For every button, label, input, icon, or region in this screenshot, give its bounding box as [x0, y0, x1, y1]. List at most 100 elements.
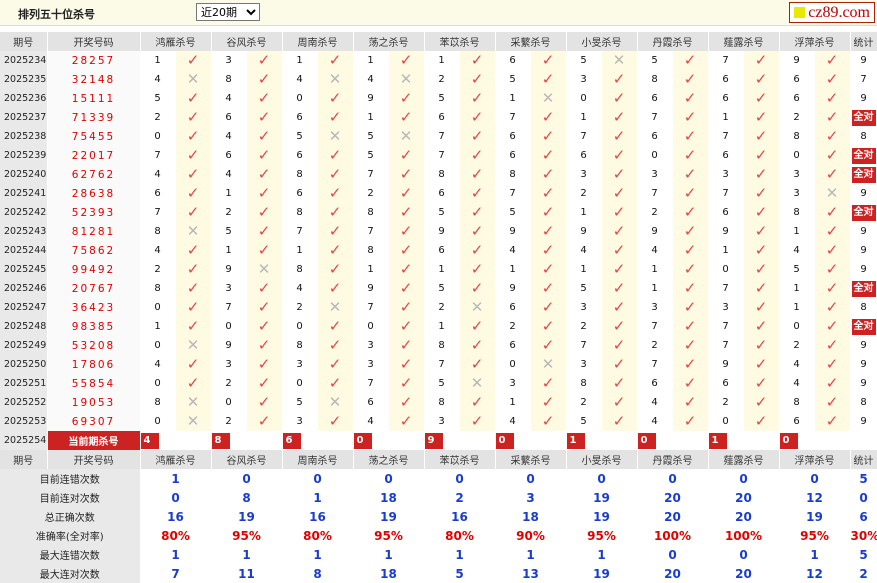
- kill-number-cell: 2: [779, 108, 815, 127]
- kill-number-cell: 3: [353, 336, 389, 355]
- period-cell: 2025240: [0, 165, 48, 184]
- current-kill-cell: 1: [708, 431, 744, 450]
- check-icon: ✓: [541, 393, 555, 411]
- result-cell: ✓: [459, 279, 496, 298]
- kill-number-cell: 5: [424, 279, 460, 298]
- kill-number-cell: 4: [140, 241, 176, 260]
- stat-cell: 9: [850, 222, 877, 241]
- result-cell: ✓: [601, 298, 638, 317]
- check-icon: ✓: [328, 184, 342, 202]
- check-icon: ✓: [328, 222, 342, 240]
- result-cell: ✓: [530, 146, 567, 165]
- stat-value: 19: [211, 507, 283, 526]
- check-icon: ✓: [683, 89, 697, 107]
- result-cell: ✓: [175, 355, 212, 374]
- stat-value: 1: [211, 545, 283, 564]
- result-cell: ✓: [814, 355, 851, 374]
- check-icon: ✓: [399, 317, 413, 335]
- cross-icon: ✕: [470, 374, 484, 392]
- stat-value: 5: [850, 469, 877, 488]
- site-logo[interactable]: cz89.com: [789, 2, 875, 23]
- kill-number-cell: 5: [282, 127, 318, 146]
- kill-number-cell: 3: [353, 355, 389, 374]
- period-range-select[interactable]: 近20期: [196, 3, 260, 21]
- kill-number-cell: 6: [353, 393, 389, 412]
- result-cell: ✓: [246, 70, 283, 89]
- result-cell: ✓: [459, 317, 496, 336]
- draw-numbers-cell: 75862: [47, 241, 141, 260]
- stat-value: 0: [140, 488, 212, 507]
- current-kill-badge: 0: [779, 432, 798, 449]
- header-row: 期号 开奖号码 鸿雁杀号 谷风杀号 周南杀号 荡之杀号 苯苡杀号 采蘩杀号 小旻杀号 丹霞杀号 薤露…: [0, 450, 877, 469]
- kill-number-cell: 1: [424, 260, 460, 279]
- kill-number-cell: 9: [566, 222, 602, 241]
- period-cell: 2025247: [0, 298, 48, 317]
- check-icon: ✓: [186, 279, 200, 297]
- column-header: 期号: [0, 32, 48, 51]
- kill-number-cell: 2: [637, 336, 673, 355]
- kill-number-cell: 4: [140, 165, 176, 184]
- current-kill-badge: 9: [424, 432, 443, 449]
- result-cell: ✓: [530, 374, 567, 393]
- kill-number-cell: 7: [353, 222, 389, 241]
- result-cell: ✓: [459, 184, 496, 203]
- result-cell: ✓: [530, 184, 567, 203]
- kill-number-cell: 0: [637, 146, 673, 165]
- check-icon: ✓: [754, 241, 768, 259]
- kill-number-cell: 1: [140, 51, 176, 70]
- kill-number-cell: 7: [708, 279, 744, 298]
- kill-number-cell: 0: [140, 412, 176, 431]
- kill-number-cell: 7: [495, 108, 531, 127]
- result-cell: ✓: [814, 374, 851, 393]
- kill-number-cell: 5: [495, 70, 531, 89]
- check-icon: ✓: [470, 165, 484, 183]
- kill-number-cell: 6: [211, 146, 247, 165]
- result-cell: ✓: [743, 298, 780, 317]
- kill-number-cell: 1: [637, 279, 673, 298]
- current-kill-cell: 1: [566, 431, 602, 450]
- kill-number-cell: 2: [424, 298, 460, 317]
- kill-number-cell: 6: [495, 51, 531, 70]
- check-icon: ✓: [470, 127, 484, 145]
- kill-number-cell: 4: [282, 279, 318, 298]
- result-cell: ✓: [743, 146, 780, 165]
- check-icon: ✓: [399, 241, 413, 259]
- result-cell: ✕: [601, 51, 638, 70]
- result-cell: ✓: [814, 108, 851, 127]
- draw-numbers-cell: 69307: [47, 412, 141, 431]
- check-icon: ✓: [399, 393, 413, 411]
- current-kill-cell: 6: [282, 431, 318, 450]
- result-cell: ✕: [317, 393, 354, 412]
- check-icon: ✓: [399, 336, 413, 354]
- result-cell: ✓: [246, 298, 283, 317]
- draw-numbers-cell: 32148: [47, 70, 141, 89]
- check-icon: ✓: [825, 260, 839, 278]
- check-icon: ✓: [541, 336, 555, 354]
- result-cell: ✓: [814, 317, 851, 336]
- kill-number-cell: 5: [282, 393, 318, 412]
- result-cell: ✓: [388, 260, 425, 279]
- header-row: 期号 开奖号码 鸿雁杀号 谷风杀号 周南杀号 荡之杀号 苯苡杀号 采蘩杀号 小旻杀号 丹霞杀号 薤露…: [0, 32, 877, 51]
- stat-value: 95%: [211, 526, 283, 545]
- check-icon: ✓: [328, 260, 342, 278]
- result-cell: ✓: [672, 336, 709, 355]
- check-icon: ✓: [612, 355, 626, 373]
- table-row: 2025240 62762 4 ✓ 4 ✓ 8 ✓ 7 ✓ 8 ✓ 8 ✓ 3 ✓ 3 ✓ 3 ✓ 3 ✓ 全对: [0, 165, 877, 184]
- kill-number-cell: 0: [140, 127, 176, 146]
- check-icon: ✓: [754, 222, 768, 240]
- result-cell: ✓: [317, 222, 354, 241]
- column-header: 采蘩杀号: [495, 450, 567, 469]
- result-cell: ✓: [530, 336, 567, 355]
- check-icon: ✓: [257, 412, 271, 430]
- check-icon: ✓: [328, 146, 342, 164]
- stat-label: 总正确次数: [0, 507, 141, 526]
- check-icon: ✓: [328, 279, 342, 297]
- kill-number-cell: 4: [353, 70, 389, 89]
- check-icon: ✓: [399, 260, 413, 278]
- stat-cell: 8: [850, 298, 877, 317]
- table-row: 2025245 99492 2 ✓ 9 ✕ 8 ✓ 1 ✓ 1 ✓ 1 ✓ 1 ✓ 1 ✓ 0 ✓ 5 ✓ 9: [0, 260, 877, 279]
- result-cell: ✓: [530, 241, 567, 260]
- stat-value: 16: [282, 507, 354, 526]
- check-icon: ✓: [328, 165, 342, 183]
- kill-number-cell: 7: [708, 336, 744, 355]
